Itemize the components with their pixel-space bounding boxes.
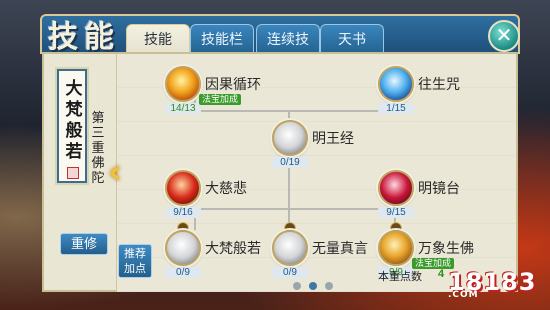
treasure-bonus-badge: 法宝加成 <box>199 94 242 105</box>
page-dot-active[interactable] <box>309 282 317 290</box>
page-dot[interactable] <box>325 282 333 290</box>
points-value: 4 <box>438 268 445 280</box>
reset-button[interactable]: 重修 <box>60 233 108 255</box>
skill-name: 无量真言 <box>312 240 368 256</box>
skill-level: 14/13 <box>165 103 201 114</box>
seal-icon <box>67 167 79 179</box>
skill-level: 1/15 <box>378 103 414 114</box>
skill-node[interactable]: 明镜台 9/15 <box>378 170 528 220</box>
book-level-text: 第三重佛陀 <box>91 110 105 185</box>
skill-book-card[interactable]: 大梵般若 <box>57 69 87 183</box>
skill-level: 0/9 <box>165 267 201 278</box>
skill-node[interactable]: 因果循环 14/13 法宝加成 <box>165 66 315 116</box>
skill-book-name: 大梵般若 <box>65 79 83 162</box>
tab-heavenly-book[interactable]: 天书 <box>320 24 384 54</box>
red-palm-icon <box>165 170 201 206</box>
white-buddha-icon <box>165 230 201 266</box>
page-indicator <box>293 275 341 294</box>
skill-name: 大梵般若 <box>205 240 261 256</box>
white-statue-icon <box>272 120 308 156</box>
blue-flame-icon <box>378 66 414 102</box>
close-button[interactable]: ✕ <box>488 20 520 52</box>
tab-combo[interactable]: 连续技 <box>256 24 320 54</box>
page-dot[interactable] <box>293 282 301 290</box>
fire-orb-icon <box>165 66 201 102</box>
skill-name: 明王经 <box>312 130 354 146</box>
golden-buddha-icon <box>378 230 414 266</box>
skill-name: 万象生佛 <box>418 240 474 256</box>
skill-node[interactable]: 大慈悲 9/16 <box>165 170 315 220</box>
close-icon: ✕ <box>495 23 513 47</box>
chevron-left-icon[interactable]: ‹ <box>108 152 122 192</box>
skill-level: 9/15 <box>378 207 414 218</box>
window-title: 技能 <box>48 20 120 55</box>
points-label: 本重点数 <box>378 271 422 283</box>
skill-name: 往生咒 <box>418 76 460 92</box>
tab-skill-bar[interactable]: 技能栏 <box>190 24 254 54</box>
white-lotus-icon <box>272 230 308 266</box>
skill-name: 因果循环 <box>205 76 261 92</box>
skill-level: 0/19 <box>272 157 308 168</box>
red-bell-icon <box>378 170 414 206</box>
skill-node[interactable]: 明王经 0/19 <box>272 120 422 170</box>
skill-name: 明镜台 <box>418 180 460 196</box>
skill-level: 9/16 <box>165 207 201 218</box>
tab-skills[interactable]: 技能 <box>126 24 190 54</box>
recommend-points-button[interactable]: 推荐加点 <box>118 244 152 278</box>
skill-name: 大慈悲 <box>205 180 247 196</box>
site-watermark-logo: 18183 .COM <box>448 268 537 300</box>
skill-node[interactable]: 往生咒 1/15 <box>378 66 528 116</box>
